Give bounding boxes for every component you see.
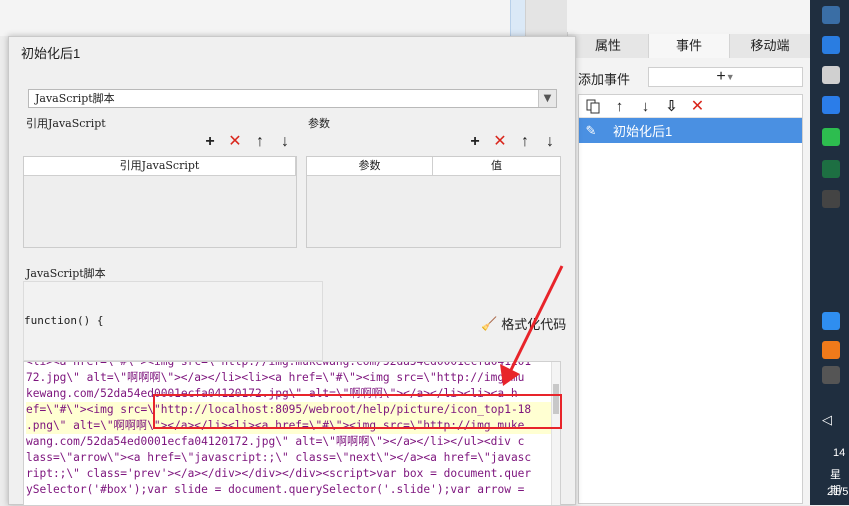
speaker-icon[interactable]: ◁ [822, 412, 840, 430]
plus-icon: + [716, 68, 726, 86]
delete-icon[interactable]: ✕ [493, 134, 507, 150]
params-label: 参数 [308, 117, 330, 130]
clock-time: 14 [833, 447, 846, 459]
code-line: <li><a href=\"#\"><img src=\"http://img.… [26, 361, 532, 368]
arrow-up-icon[interactable]: ↑ [253, 134, 267, 150]
table-header: 参数 值 [307, 157, 560, 176]
copy-icon[interactable] [585, 98, 602, 115]
add-event-dropdown[interactable]: +▼ [648, 67, 803, 87]
tab-events[interactable]: 事件 [649, 34, 730, 58]
broom-icon: 🧹 [481, 315, 498, 331]
app-icon[interactable] [822, 66, 840, 84]
arrow-up-icon[interactable]: ↑ [518, 134, 532, 150]
windows-taskbar: ◁ 14 星期 21/5 [810, 0, 849, 505]
js-event-dialog: 初始化后1 JavaScript脚本 ▼ 引用JavaScript 参数 + ✕… [8, 36, 576, 506]
delete-icon[interactable]: ✕ [689, 98, 706, 115]
tab-properties[interactable]: 属性 [568, 34, 649, 58]
wechat-icon[interactable] [822, 128, 840, 146]
column-header[interactable]: 值 [433, 157, 560, 175]
chevron-down-icon: ▼ [538, 90, 556, 107]
excel-icon[interactable] [822, 160, 840, 178]
plus-icon[interactable]: + [203, 134, 217, 150]
app-icon[interactable] [822, 190, 840, 208]
plus-icon[interactable]: + [468, 134, 482, 150]
event-list: ↑ ↓ ⇩ ✕ ✎ 初始化后1 [578, 94, 803, 504]
arrow-up-icon[interactable]: ↑ [611, 98, 628, 115]
code-line: wang.com/52da54ed0001ecfa04120172.jpg\" … [26, 435, 525, 448]
arrow-down-icon[interactable]: ↓ [637, 98, 654, 115]
delete-icon[interactable]: ✕ [228, 134, 242, 150]
script-type-value: JavaScript脚本 [35, 92, 115, 105]
app-icon[interactable] [822, 96, 840, 114]
format-code-label: 格式化代码 [501, 317, 567, 332]
event-toolbar: ↑ ↓ ⇩ ✕ [579, 95, 802, 118]
dialog-title: 初始化后1 [21, 46, 81, 61]
ref-js-table: 引用JavaScript [23, 156, 297, 248]
windows-icon[interactable] [822, 366, 840, 384]
app-icon[interactable] [822, 6, 840, 24]
format-code-button[interactable]: 🧹 格式化代码 [481, 314, 566, 333]
code-line: ript:;\" class='prev'></a></div></div></… [26, 467, 532, 480]
scrollbar[interactable] [551, 362, 560, 505]
function-signature: function() { [24, 314, 104, 327]
column-header[interactable]: 引用JavaScript [24, 157, 296, 175]
annotation-highlight-box [153, 394, 562, 429]
event-item-label: 初始化后1 [613, 124, 673, 139]
caret-down-icon: ▼ [725, 72, 735, 82]
arrow-down-icon[interactable]: ↓ [543, 134, 557, 150]
panel-tabs: 属性 事件 移动端 [568, 34, 811, 58]
background-window-edge [510, 0, 525, 36]
event-list-item[interactable]: ✎ 初始化后1 [579, 118, 802, 143]
code-line: lass=\"arrow\"><a href=\"javascript:;\" … [26, 451, 532, 464]
move-to-bottom-icon[interactable]: ⇩ [663, 98, 680, 115]
table-header: 引用JavaScript [24, 157, 296, 176]
params-toolbar: + ✕ ↑ ↓ [468, 134, 557, 150]
tab-mobile[interactable]: 移动端 [730, 34, 811, 58]
background-window [0, 0, 810, 36]
ref-js-toolbar: + ✕ ↑ ↓ [203, 134, 292, 150]
ref-js-label: 引用JavaScript [26, 117, 106, 130]
property-panel: 属性 事件 移动端 添加事件 +▼ ↑ ↓ ⇩ ✕ ✎ 初始化后1 [567, 32, 811, 505]
column-header[interactable]: 参数 [307, 157, 433, 175]
qq-icon[interactable] [822, 312, 840, 330]
code-line: ySelector('#box');var slide = document.q… [26, 483, 525, 496]
code-editor[interactable]: <li><a href=\"#\"><img src=\"http://img.… [23, 361, 561, 506]
add-event-label: 添加事件 [578, 72, 631, 87]
app-icon[interactable] [822, 36, 840, 54]
clock-date: 21/5 [827, 486, 849, 498]
params-table: 参数 值 [306, 156, 561, 248]
script-type-select[interactable]: JavaScript脚本 ▼ [28, 89, 557, 108]
code-line: 72.jpg\" alt=\"啊啊啊\"></a></li><li><a hre… [26, 371, 525, 384]
js-script-label: JavaScript脚本 [26, 267, 106, 280]
app-icon[interactable] [822, 341, 840, 359]
arrow-down-icon[interactable]: ↓ [278, 134, 292, 150]
pencil-icon: ✎ [585, 122, 597, 138]
